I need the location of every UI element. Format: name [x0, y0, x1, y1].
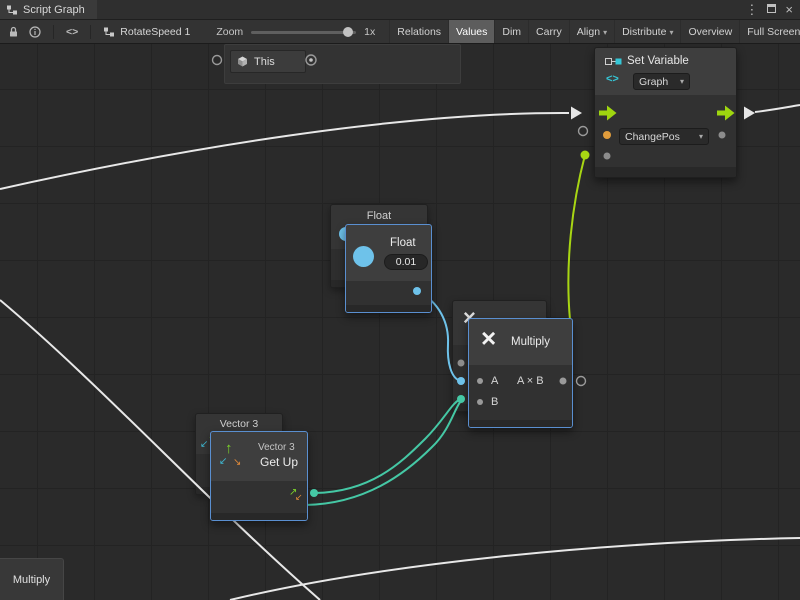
this-node-panel[interactable]: This [224, 44, 461, 84]
titlebar-controls: ⋮ × [745, 0, 800, 19]
float-title: Float [390, 237, 416, 249]
full-screen-button[interactable]: Full Screen [739, 20, 800, 44]
graph-canvas[interactable]: This Set Variable <> Graph ▾ ChangePos ▾… [0, 44, 800, 600]
wire-getup-to-multiply-b [315, 399, 461, 493]
wire-flow-out [755, 105, 800, 112]
corner-multiply-node[interactable]: Multiply [0, 558, 64, 600]
this-input-port[interactable] [213, 56, 222, 65]
lock-icon[interactable] [8, 26, 19, 38]
script-graph-icon [103, 26, 115, 38]
get-up-node[interactable]: ↑ ↙ ↘ Vector 3 Get Up ↗ ↙ [210, 431, 308, 521]
kebab-menu-icon[interactable]: ⋮ [745, 2, 758, 18]
setvariable-unconnected-port[interactable] [579, 127, 588, 136]
kind-dropdown[interactable]: Graph ▾ [633, 73, 690, 90]
variable-name-dropdown[interactable]: ChangePos ▾ [619, 128, 709, 145]
toolbar-divider [53, 25, 54, 39]
values-button[interactable]: Values [448, 20, 494, 44]
port-out-label: A × B [517, 375, 544, 387]
graph-type-icon: <> [606, 73, 619, 85]
distribute-button[interactable]: Distribute▾ [614, 20, 680, 44]
cube-icon [237, 56, 248, 67]
multiply-output-port[interactable] [577, 377, 586, 386]
this-node[interactable]: This [230, 50, 306, 73]
zoom-slider-handle[interactable] [343, 27, 353, 37]
graph-icon [6, 4, 18, 16]
get-up-title: Get Up [260, 455, 298, 469]
wire-flow-in [0, 113, 569, 189]
breadcrumb-graph-name[interactable]: RotateSpeed 1 [103, 26, 190, 38]
get-up-type: Vector 3 [258, 442, 295, 453]
multiply-title: Multiply [511, 336, 550, 348]
multiply-x-icon: × [481, 323, 496, 354]
setvariable-wire-end-port[interactable] [581, 151, 590, 160]
diagonal-arrow-icon: ↙ [200, 439, 208, 450]
multiply-node[interactable]: × Multiply A A × B B [468, 318, 573, 428]
variable-unit-icon [605, 57, 622, 66]
down-left-arrow-icon: ↙ [219, 456, 227, 467]
dim-button[interactable]: Dim [494, 20, 528, 44]
mini-down-left-arrow-icon: ↙ [295, 492, 303, 503]
float-ghost-title: Float [331, 210, 427, 222]
port-b-label: B [491, 396, 498, 408]
wire-bottom [230, 538, 800, 600]
info-icon[interactable] [29, 26, 41, 38]
port-a-label: A [491, 375, 498, 387]
node-footer [211, 513, 307, 520]
zoom-slider[interactable] [251, 25, 356, 39]
chevron-down-icon: ▾ [680, 77, 684, 86]
zoom-label: Zoom [216, 26, 243, 38]
node-footer [595, 167, 736, 177]
toolbar-divider [90, 25, 91, 39]
titlebar: Script Graph ⋮ × [0, 0, 800, 20]
corner-multiply-title: Multiply [13, 574, 50, 586]
restore-window-icon[interactable] [766, 1, 777, 19]
zoom-slider-track[interactable] [251, 31, 356, 34]
this-node-label: This [254, 56, 275, 68]
relations-button[interactable]: Relations [389, 20, 448, 44]
vector3-ghost-title: Vector 3 [196, 418, 282, 430]
getup-output-port[interactable] [310, 489, 318, 497]
flow-out-triangle[interactable] [744, 107, 755, 120]
overview-button[interactable]: Overview [680, 20, 739, 44]
carry-button[interactable]: Carry [528, 20, 569, 44]
node-footer [346, 305, 431, 312]
set-variable-node[interactable]: Set Variable <> Graph ▾ ChangePos ▾ [594, 47, 737, 178]
wire-getup-ghost-to-multiply-b [305, 401, 461, 505]
node-footer [469, 420, 572, 427]
close-icon[interactable]: × [785, 2, 793, 17]
chevron-down-icon: ▾ [669, 28, 673, 37]
graph-toolbar: <> RotateSpeed 1 Zoom 1x Relations Value… [0, 20, 800, 44]
chevron-down-icon: ▾ [603, 28, 607, 37]
float-node[interactable]: Float 0.01 [345, 224, 432, 313]
tab-script-graph[interactable]: Script Graph [0, 0, 97, 19]
chevron-down-icon: ▾ [699, 132, 703, 141]
set-variable-title: Set Variable [627, 55, 689, 67]
wire-multiply-to-setvariable [568, 155, 585, 320]
down-right-arrow-icon: ↘ [233, 457, 241, 468]
float-dot-icon [353, 246, 374, 267]
window-title: Script Graph [23, 4, 85, 16]
zoom-value: 1x [364, 26, 375, 38]
up-arrow-icon: ↑ [225, 440, 233, 457]
flow-in-triangle[interactable] [571, 107, 582, 120]
code-brackets-icon[interactable]: <> [66, 26, 78, 38]
align-button[interactable]: Align▾ [569, 20, 614, 44]
float-value-input[interactable]: 0.01 [384, 254, 428, 270]
